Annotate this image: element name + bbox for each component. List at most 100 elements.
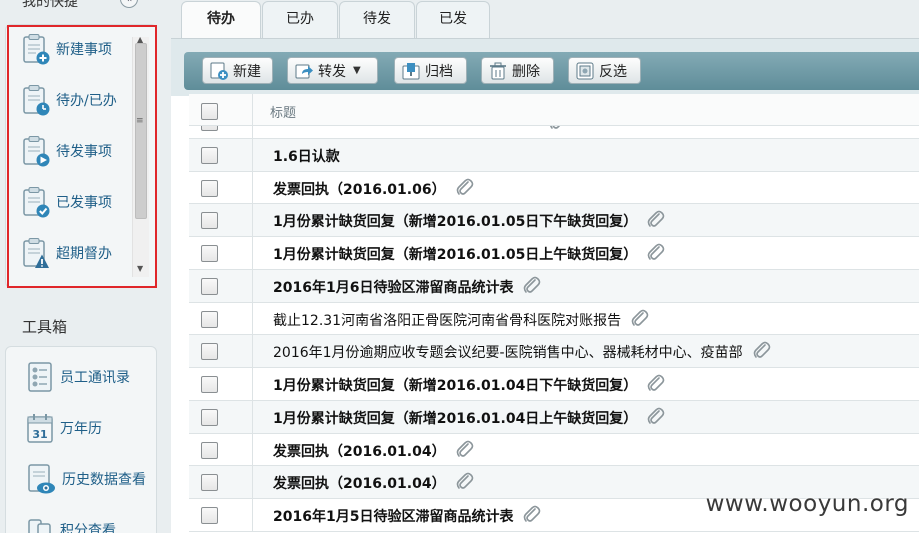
row-checkbox[interactable] <box>201 343 218 361</box>
row-checkbox[interactable] <box>201 146 218 164</box>
quick-access-scrollbar[interactable]: ▲ ≡ ▼ <box>132 35 149 277</box>
quick-item-todo-done[interactable]: 待办/已办 <box>21 82 117 118</box>
clipboard-send-icon <box>23 136 50 167</box>
clipboard-check-icon <box>23 187 50 218</box>
trash-icon <box>490 62 506 79</box>
column-divider <box>252 400 253 433</box>
quick-item-overdue[interactable]: 超期督办 <box>21 235 112 271</box>
tab-done[interactable]: 已办 <box>262 1 338 38</box>
tool-item-contacts[interactable]: 员工通讯录 <box>26 359 130 395</box>
row-title[interactable]: 2016年1月5日待验区滞留商品统计表 <box>273 506 513 526</box>
row-checkbox[interactable] <box>201 179 218 197</box>
row-title[interactable]: 1月份累计缺货回复（新增2016.01.04日下午缺货回复） <box>273 375 637 395</box>
row-title[interactable]: 发票回执（2016.01.04） <box>273 473 446 493</box>
message-list: 1.6日认款发票回执（2016.01.06） 1月份累计缺货回复（新增2016.0… <box>189 126 919 533</box>
column-divider <box>252 94 253 126</box>
toolbox-panel: 员工通讯录 31 万年历 历史数据查看 积分查看 <box>5 346 157 533</box>
contacts-icon <box>28 362 52 392</box>
select-all-checkbox[interactable] <box>201 103 218 120</box>
row-checkbox[interactable] <box>201 277 218 295</box>
tab-pending-send[interactable]: 待发 <box>339 1 415 38</box>
row-checkbox[interactable] <box>201 441 218 459</box>
column-divider <box>252 204 253 236</box>
row-checkbox[interactable] <box>201 507 218 524</box>
tool-item-points[interactable]: 积分查看 <box>26 512 116 533</box>
paperclip-icon <box>645 406 667 432</box>
column-divider <box>252 171 253 204</box>
new-button-label: 新建 <box>233 63 261 80</box>
row-title[interactable]: 1月份累计缺货回复（新增2016.01.05日下午缺货回复） <box>273 211 637 231</box>
archive-button[interactable]: 归档 <box>394 57 467 84</box>
row-title[interactable]: 截止12.31河南省洛阳正骨医院河南省骨科医院对账报告 <box>273 310 621 330</box>
tool-item-label: 万年历 <box>60 421 102 437</box>
column-divider <box>252 237 253 269</box>
paperclip-icon <box>521 504 543 530</box>
row-title[interactable]: 1月份累计缺货回复（新增2016.01.05日上午缺货回复） <box>273 244 637 264</box>
table-row[interactable] <box>189 126 919 139</box>
quick-item-new[interactable]: 新建事项 <box>21 31 112 67</box>
points-icon <box>28 519 51 533</box>
table-row[interactable]: 发票回执（2016.01.04） <box>189 433 919 467</box>
tool-item-label: 积分查看 <box>60 523 116 533</box>
column-header-title: 标题 <box>270 106 297 121</box>
row-checkbox[interactable] <box>201 474 218 492</box>
table-row[interactable]: 1月份累计缺货回复（新增2016.01.05日下午缺货回复） <box>189 204 919 237</box>
quick-item-label: 新建事项 <box>56 42 112 58</box>
row-title[interactable]: 2016年1月份逾期应收专题会议纪要-医院销售中心、器械耗材中心、疫苗部 <box>273 342 743 362</box>
row-title[interactable]: 发票回执（2016.01.04） <box>273 441 446 461</box>
new-button[interactable]: 新建 <box>202 57 273 84</box>
toolbar: 新建 转发 ▼ 归档 删除 反选 <box>184 52 919 90</box>
column-divider <box>252 269 253 302</box>
scroll-down-icon[interactable]: ▼ <box>137 264 143 273</box>
collapse-icon[interactable]: « <box>120 0 138 8</box>
paperclip-icon <box>629 308 651 334</box>
column-divider <box>252 433 253 466</box>
calendar-icon: 31 <box>27 414 53 443</box>
table-row[interactable]: 1.6日认款 <box>189 138 919 172</box>
row-checkbox[interactable] <box>201 245 218 262</box>
row-title[interactable]: 1.6日认款 <box>273 146 340 166</box>
left-sidebar: 我的快捷 « 新建事项 待办/已办 <box>0 0 163 533</box>
paperclip-icon <box>645 209 667 235</box>
invert-select-button-label: 反选 <box>599 63 627 80</box>
tool-item-history[interactable]: 历史数据查看 <box>26 461 146 497</box>
table-header: 标题 <box>189 94 919 126</box>
table-row[interactable]: 1月份累计缺货回复（新增2016.01.04日上午缺货回复） <box>189 400 919 434</box>
tab-todo[interactable]: 待办 <box>181 1 261 39</box>
paperclip-icon <box>521 275 543 301</box>
clipboard-plus-icon <box>23 34 50 65</box>
invert-select-button[interactable]: 反选 <box>568 57 641 84</box>
table-row[interactable]: 2016年1月份逾期应收专题会议纪要-医院销售中心、器械耗材中心、疫苗部 <box>189 335 919 368</box>
tool-item-label: 员工通讯录 <box>60 370 130 386</box>
quick-item-label: 超期督办 <box>56 246 112 262</box>
table-row[interactable]: 截止12.31河南省洛阳正骨医院河南省骨科医院对账报告 <box>189 302 919 336</box>
table-row[interactable]: 1月份累计缺货回复（新增2016.01.05日上午缺货回复） <box>189 237 919 270</box>
row-title[interactable]: 发票回执（2016.01.06） <box>273 179 446 199</box>
table-row[interactable]: 2016年1月6日待验区滞留商品统计表 <box>189 269 919 303</box>
tab-sent[interactable]: 已发 <box>416 1 490 38</box>
forward-button-label: 转发 <box>318 63 346 80</box>
row-checkbox[interactable] <box>201 212 218 230</box>
row-checkbox[interactable] <box>201 408 218 426</box>
table-row[interactable]: 1月份累计缺货回复（新增2016.01.04日下午缺货回复） <box>189 368 919 401</box>
quick-item-sent[interactable]: 已发事项 <box>21 184 112 220</box>
scrollbar-thumb[interactable] <box>135 43 147 219</box>
table-row[interactable]: 发票回执（2016.01.06） <box>189 171 919 205</box>
quick-item-pending-send[interactable]: 待发事项 <box>21 133 112 169</box>
quick-item-label: 已发事项 <box>56 195 112 211</box>
row-title[interactable]: 1月份累计缺货回复（新增2016.01.04日上午缺货回复） <box>273 408 637 428</box>
history-view-icon <box>28 464 55 494</box>
forward-button[interactable]: 转发 ▼ <box>287 57 378 84</box>
delete-button[interactable]: 删除 <box>481 57 554 84</box>
paperclip-icon <box>547 126 569 137</box>
row-checkbox[interactable] <box>201 376 218 393</box>
column-divider <box>252 466 253 498</box>
watermark: www.wooyun.org <box>705 491 909 517</box>
quick-item-label: 待发事项 <box>56 144 112 160</box>
main-panel: 待办 已办 待发 已发 新建 转发 ▼ 归档 删除 反选 标题 1.6日认款 发… <box>163 0 919 533</box>
tool-item-calendar[interactable]: 31 万年历 <box>26 410 102 446</box>
toolbar-area: 新建 转发 ▼ 归档 删除 反选 <box>171 38 919 96</box>
row-checkbox[interactable] <box>201 126 218 131</box>
row-title[interactable]: 2016年1月6日待验区滞留商品统计表 <box>273 277 513 297</box>
row-checkbox[interactable] <box>201 310 218 328</box>
